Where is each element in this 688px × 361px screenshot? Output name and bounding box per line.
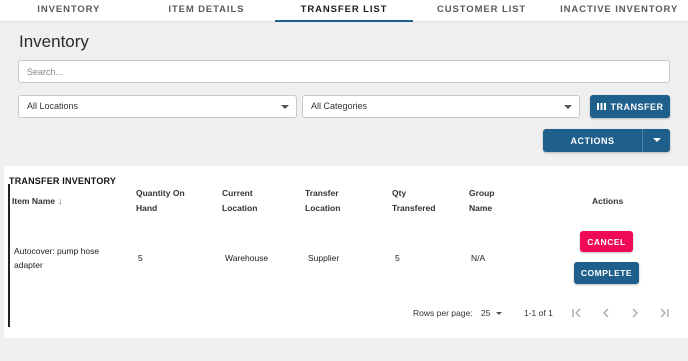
- cell-text-line: adapter: [14, 260, 43, 270]
- header-label-line: Hand: [136, 203, 158, 213]
- chevron-down-icon: [281, 105, 289, 109]
- header-actions: Actions: [592, 196, 624, 206]
- header-label-line: Location: [305, 203, 341, 213]
- last-page-icon[interactable]: [656, 305, 672, 321]
- arrow-down-icon: ↓: [58, 196, 63, 206]
- tab-transfer-list[interactable]: TRANSFER LIST: [275, 0, 413, 22]
- chevron-down-icon[interactable]: [653, 138, 661, 142]
- tab-inventory[interactable]: INVENTORY: [0, 0, 138, 21]
- cancel-button[interactable]: CANCEL: [580, 231, 633, 252]
- cell-group-name: N/A: [471, 253, 486, 263]
- header-label-line: Name: [469, 203, 493, 213]
- header-qty-transferred: Qty Transfered: [392, 186, 435, 216]
- transfer-button[interactable]: TRANSFER: [590, 95, 670, 118]
- actions-button[interactable]: ACTIONS: [543, 136, 642, 146]
- header-quantity-on-hand: Quantity On Hand: [136, 186, 185, 216]
- tab-customer-list[interactable]: CUSTOMER LIST: [413, 0, 551, 21]
- header-label-line: Transfer: [305, 188, 339, 198]
- split-divider: [642, 129, 643, 152]
- rows-per-page-label: Rows per page:: [413, 308, 473, 318]
- cell-text-line: Autocover: pump hose: [14, 246, 100, 256]
- header-item-name-label: Item Name: [12, 196, 55, 206]
- header-transfer-location: Transfer Location: [305, 186, 340, 216]
- header-label-line: Group: [469, 188, 495, 198]
- previous-page-icon[interactable]: [598, 305, 614, 321]
- rows-per-page-value: 25: [481, 308, 491, 318]
- panel-divider: [8, 184, 10, 327]
- first-page-icon[interactable]: [569, 305, 585, 321]
- complete-button[interactable]: COMPLETE: [574, 262, 639, 284]
- header-label-line: Location: [222, 203, 258, 213]
- page-title: Inventory: [19, 32, 89, 51]
- cell-item-name: Autocover: pump hose adapter: [14, 244, 99, 272]
- actions-split-button: ACTIONS: [543, 129, 670, 152]
- search-input[interactable]: [18, 60, 670, 83]
- cell-qty-transferred: 5: [395, 253, 400, 263]
- header-label-line: Current: [222, 188, 253, 198]
- tab-bar: INVENTORY ITEM DETAILS TRANSFER LIST CUS…: [0, 0, 688, 22]
- header-current-location: Current Location: [222, 186, 257, 216]
- header-group-name: Group Name: [469, 186, 495, 216]
- location-select-value: All Locations: [27, 101, 79, 111]
- tab-inactive-inventory[interactable]: INACTIVE INVENTORY: [550, 0, 688, 21]
- transfer-button-label: TRANSFER: [610, 101, 664, 112]
- header-label-line: Transfered: [392, 203, 436, 213]
- pagination-range: 1-1 of 1: [524, 308, 553, 318]
- cell-transfer-location: Supplier: [308, 253, 340, 263]
- cell-qty-on-hand: 5: [138, 253, 143, 263]
- transfer-inventory-panel: [4, 166, 688, 338]
- next-page-icon[interactable]: [627, 305, 643, 321]
- cell-current-location: Warehouse: [225, 253, 269, 263]
- header-label-line: Qty: [392, 188, 407, 198]
- columns-icon: [596, 103, 606, 110]
- chevron-down-icon: [564, 105, 572, 109]
- header-label-line: Quantity On: [136, 188, 185, 198]
- panel-title: TRANSFER INVENTORY: [9, 176, 117, 186]
- tab-item-details[interactable]: ITEM DETAILS: [138, 0, 276, 21]
- category-select[interactable]: All Categories: [302, 95, 580, 118]
- header-item-name[interactable]: Item Name ↓: [12, 194, 63, 209]
- chevron-down-icon: [496, 312, 503, 316]
- location-select[interactable]: All Locations: [18, 95, 297, 118]
- rows-per-page-select[interactable]: 25: [481, 307, 503, 319]
- category-select-value: All Categories: [311, 101, 368, 111]
